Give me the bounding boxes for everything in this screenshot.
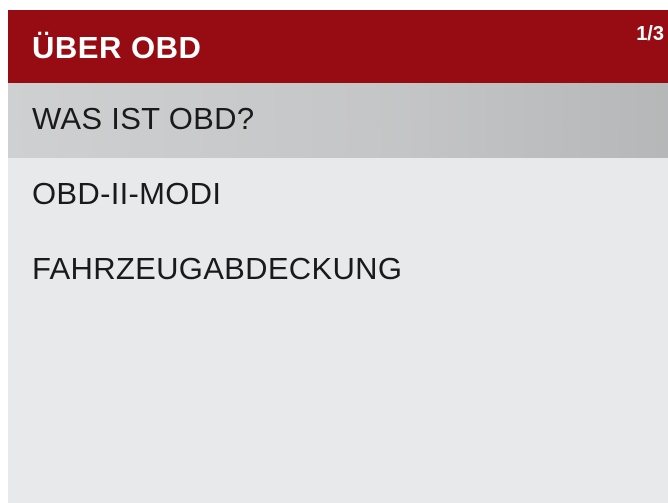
title-bar: ÜBER OBD 1/3 bbox=[8, 10, 668, 83]
device-screen: ÜBER OBD 1/3 WAS IST OBD? OBD-II-MODI FA… bbox=[8, 10, 668, 503]
menu-item-fahrzeugabdeckung[interactable]: FAHRZEUGABDECKUNG bbox=[8, 233, 668, 308]
menu-item-label: FAHRZEUGABDECKUNG bbox=[32, 251, 403, 286]
menu-item-was-ist-obd[interactable]: WAS IST OBD? bbox=[8, 83, 668, 158]
menu-list: WAS IST OBD? OBD-II-MODI FAHRZEUGABDECKU… bbox=[8, 83, 668, 308]
menu-item-label: OBD-II-MODI bbox=[32, 176, 222, 211]
screen-title: ÜBER OBD bbox=[32, 30, 202, 65]
menu-item-label: WAS IST OBD? bbox=[32, 101, 255, 136]
page-indicator: 1/3 bbox=[636, 23, 664, 45]
menu-item-obd-ii-modi[interactable]: OBD-II-MODI bbox=[8, 158, 668, 233]
